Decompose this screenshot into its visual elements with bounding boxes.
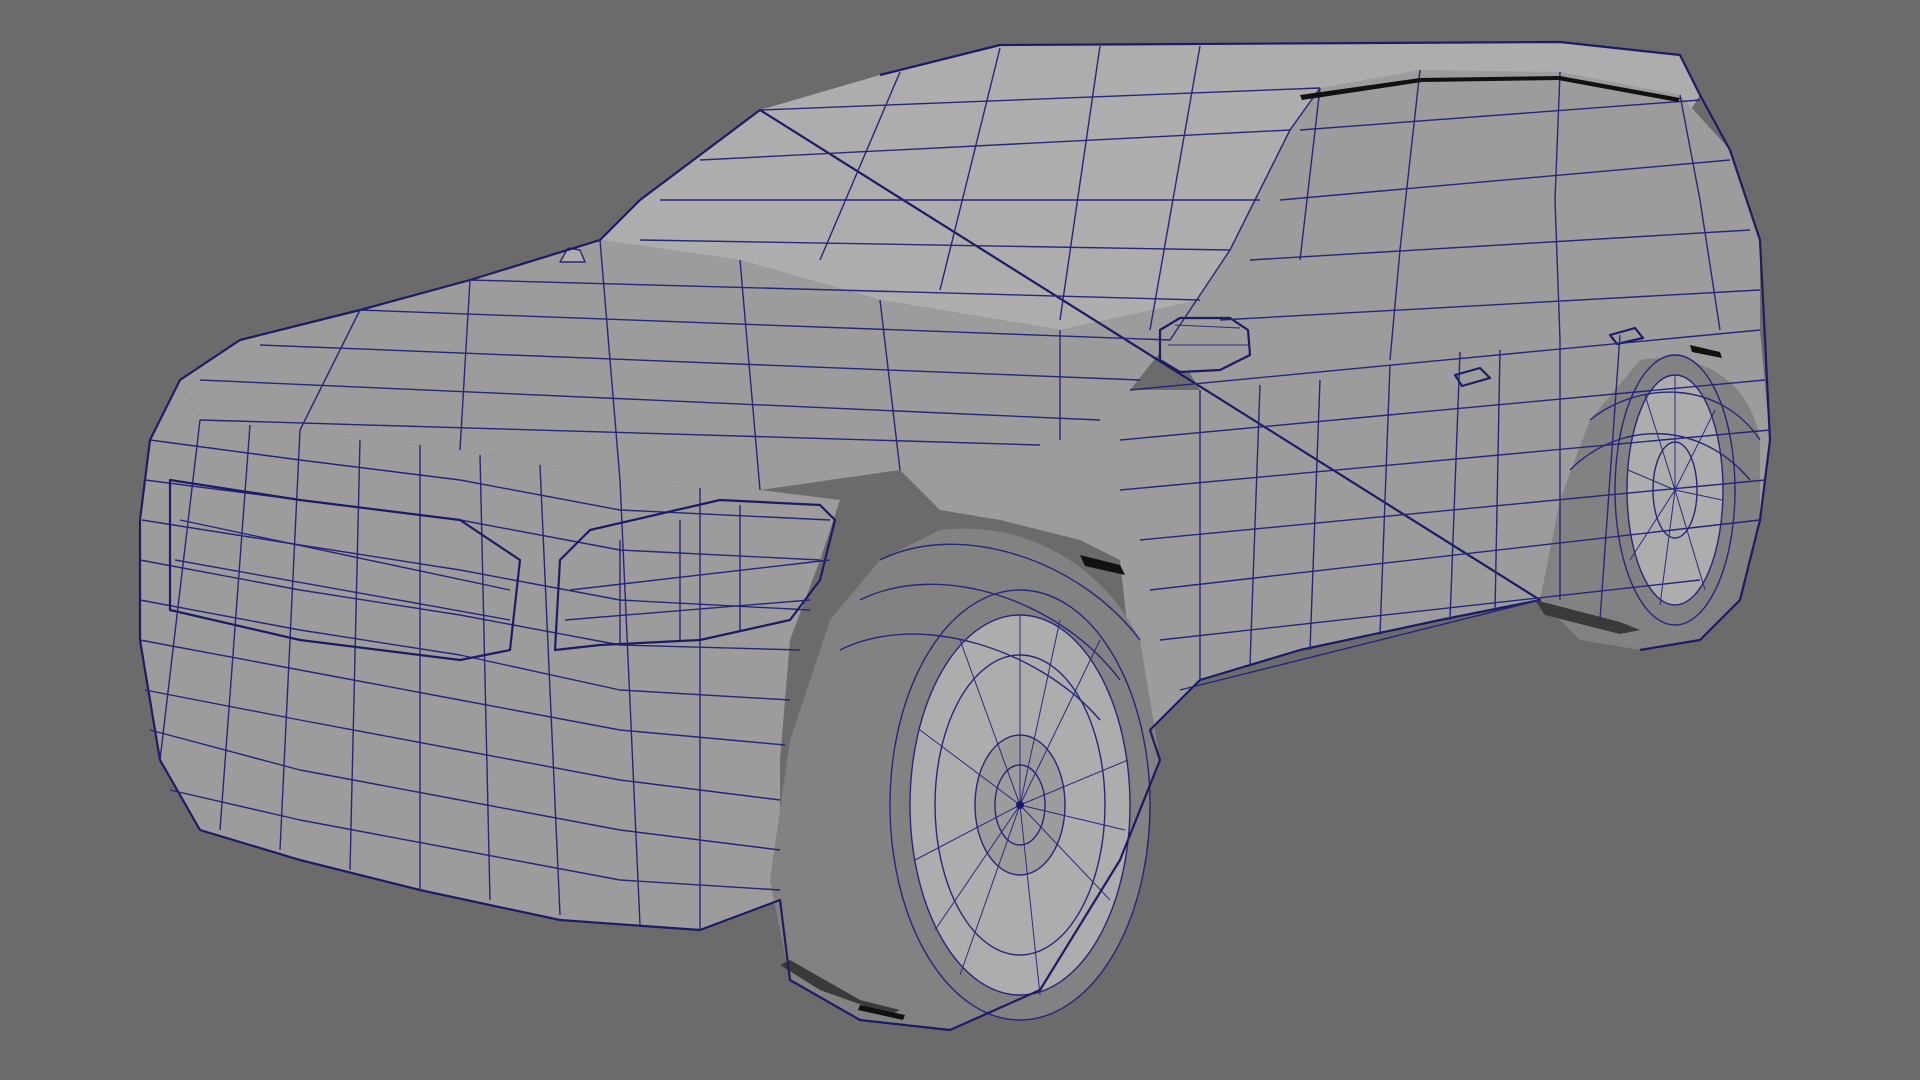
front-wheel (889, 589, 1151, 1021)
3d-viewport[interactable] (0, 0, 1920, 1080)
mesh-render[interactable] (0, 0, 1920, 1080)
rear-wheel (1614, 354, 1736, 626)
